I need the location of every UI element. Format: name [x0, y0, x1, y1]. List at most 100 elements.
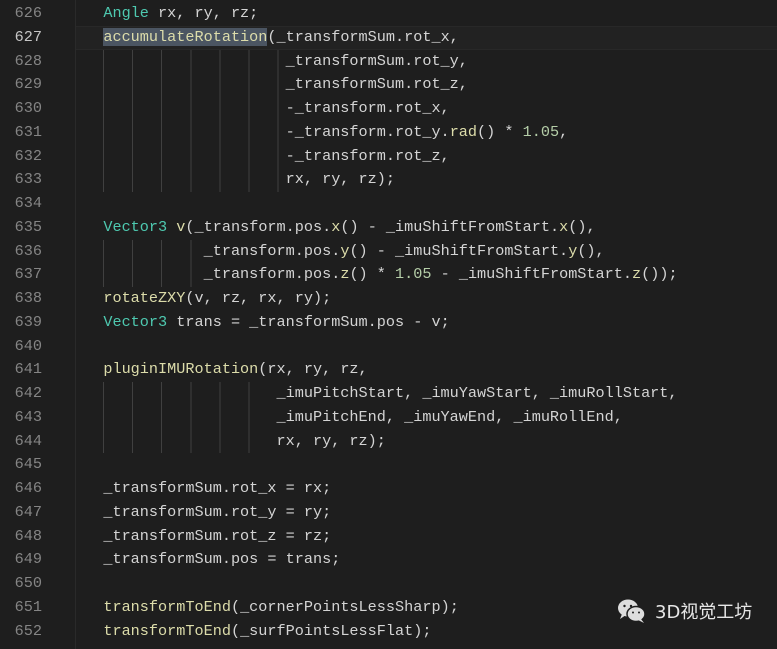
code-line[interactable]: 645 — [0, 453, 777, 477]
code-line[interactable]: 637 _transform.pos. z () * 1.05 - _imuShif… — [0, 263, 777, 287]
token-fn: pluginIMURotation — [103, 360, 259, 379]
code-line[interactable]: 644 rx, ry, rz); — [0, 429, 777, 454]
line-number: 640 — [14, 336, 42, 355]
code-line[interactable]: 629 _transformSum.rot_z, — [0, 73, 777, 97]
token-txt: _transformSum.rot_y = ry; — [76, 502, 332, 521]
token-txt: _transformSum.rot_z, — [76, 75, 468, 94]
token-txt: rx, ry, rz; — [148, 4, 259, 22]
token-fn: z — [632, 265, 642, 284]
line-number: 633 — [14, 170, 42, 189]
code-text: _transformSum.rot_z = rz; — [76, 525, 331, 549]
code-line[interactable]: 638 rotateZXY(v, rz, rx, ry); — [0, 287, 777, 311]
token-txt: () * — [349, 265, 396, 284]
line-number: 636 — [14, 241, 42, 260]
code-line[interactable]: 639 Vector3 trans = _transformSum.pos - … — [0, 311, 777, 335]
code-line[interactable]: 634 — [0, 192, 777, 216]
token-txt: _transformSum.rot_z = rz; — [76, 526, 332, 545]
line-number: 647 — [14, 502, 42, 521]
line-number: 644 — [14, 431, 42, 450]
code-line[interactable]: 649 _transformSum.pos = trans; — [0, 548, 777, 572]
code-line[interactable]: 640 — [0, 335, 777, 359]
token-txt: trans = _transformSum.pos - v; — [167, 312, 450, 331]
code-text: _transformSum.rot_x = rx; — [76, 477, 331, 501]
code-text: transformToEnd(_surfPointsLessFlat); — [76, 620, 431, 644]
code-text: rotateZXY(v, rz, rx, ry); — [76, 287, 331, 311]
token-type: Vector3 — [103, 312, 168, 331]
watermark: 3D视觉工坊 — [617, 598, 752, 624]
code-text: rx, ry, rz); — [76, 168, 395, 192]
line-number: 634 — [14, 194, 42, 212]
line-number: 648 — [14, 526, 42, 545]
line-number: 639 — [14, 312, 42, 331]
line-number: 637 — [14, 265, 42, 284]
code-text: Vector3 trans = _transformSum.pos - v; — [76, 311, 450, 335]
token-txt: _transformSum.rot_y, — [76, 51, 468, 70]
code-text: _transformSum.pos = trans; — [76, 548, 340, 572]
code-line[interactable]: 646 _transformSum.rot_x = rx; — [0, 477, 777, 501]
token-fn: transformToEnd — [103, 597, 231, 616]
token-num: 1.05 — [395, 265, 432, 284]
token-txt: () * — [477, 122, 523, 141]
code-line[interactable]: 632 -_transform.rot_z, — [0, 144, 777, 169]
token-txt: rx, ry, rz); — [76, 170, 395, 189]
line-number: 652 — [14, 621, 42, 640]
code-line[interactable]: 643 _imuPitchEnd, _imuYawEnd, _imuRollEn… — [0, 405, 777, 430]
code-line[interactable]: 626 Angle rx, ry, rz; — [0, 2, 777, 26]
code-line[interactable]: 636 _transform.pos. y() - _imuShiftFromSt… — [0, 239, 777, 264]
token-type: Vector3 — [103, 217, 168, 236]
token-txt: -_transform.rot_x, — [76, 99, 450, 117]
line-number: 649 — [14, 550, 42, 569]
code-line[interactable]: 647 _transformSum.rot_y = ry; — [0, 501, 777, 525]
token-txt: () - _imuShiftFromStart. — [349, 241, 569, 260]
code-line[interactable]: 633 rx, ry, rz); — [0, 168, 777, 192]
code-line[interactable]: 627 accumulateRotation(_transformSum.rot… — [0, 25, 777, 50]
token-txt: (_surfPointsLessFlat); — [230, 621, 432, 640]
code-line[interactable]: 635 Vector3 v(_transform.pos.x() - _imuS… — [0, 216, 777, 240]
token-txt: _transform.pos. — [76, 265, 341, 284]
line-number: 630 — [14, 99, 42, 117]
token-txt: -_transform.rot_z, — [76, 146, 450, 165]
code-text: _imuPitchEnd, _imuYawEnd, _imuRollEnd, — [76, 406, 623, 430]
token-fn: rad — [449, 122, 478, 141]
code-editor[interactable]: 626 Angle rx, ry, rz; 627 accumulateRotat… — [0, 2, 777, 643]
line-number: 632 — [14, 146, 42, 165]
code-text: _transform.pos. z () * 1.05 - _imuShiftFro… — [76, 263, 678, 287]
line-number: 635 — [14, 217, 42, 236]
code-line[interactable]: 631 -_transform.rot_y.rad() * 1.05, — [0, 120, 777, 145]
code-line[interactable]: 641 pluginIMURotation(rx, ry, rz, — [0, 358, 777, 382]
token-txt: (v, rz, rx, ry); — [185, 289, 332, 307]
token-txt: (_cornerPointsLessSharp); — [230, 597, 459, 616]
token-txt: _imuPitchStart, _imuYawStart, _imuRollSt… — [76, 384, 678, 402]
code-text: accumulateRotation(_transformSum.rot_x, — [76, 26, 459, 50]
line-number: 643 — [14, 407, 42, 426]
token-txt: (_transformSum.rot_x, — [267, 27, 459, 46]
watermark-text: 3D视觉工坊 — [655, 602, 753, 623]
line-number: 638 — [14, 289, 42, 307]
token-txt: (), — [577, 241, 605, 260]
line-number: 642 — [14, 384, 42, 402]
line-number: 646 — [14, 479, 42, 497]
code-line[interactable]: 642 _imuPitchStart, _imuYawStart, _imuRo… — [0, 382, 777, 406]
code-text: pluginIMURotation(rx, ry, rz, — [76, 358, 367, 382]
token-fn: x — [331, 217, 341, 236]
line-number: 645 — [14, 455, 42, 474]
code-line[interactable]: 628 _transformSum.rot_y, — [0, 49, 777, 74]
code-line[interactable]: 630 -_transform.rot_x, — [0, 97, 777, 121]
line-number: 628 — [14, 51, 42, 70]
code-text: _imuPitchStart, _imuYawStart, _imuRollSt… — [76, 382, 678, 406]
line-number: 650 — [14, 574, 42, 592]
code-line[interactable]: 648 _transformSum.rot_z = rz; — [0, 525, 777, 549]
token-txt: - _imuShiftFromStart. — [431, 265, 632, 284]
token-txt: (_transform.pos. — [185, 217, 332, 236]
code-text — [76, 453, 103, 477]
code-line[interactable]: 650 — [0, 572, 777, 596]
token-txt: _transformSum.pos = trans; — [76, 550, 341, 569]
line-number: 629 — [14, 75, 42, 94]
code-text: rx, ry, rz); — [76, 430, 386, 454]
